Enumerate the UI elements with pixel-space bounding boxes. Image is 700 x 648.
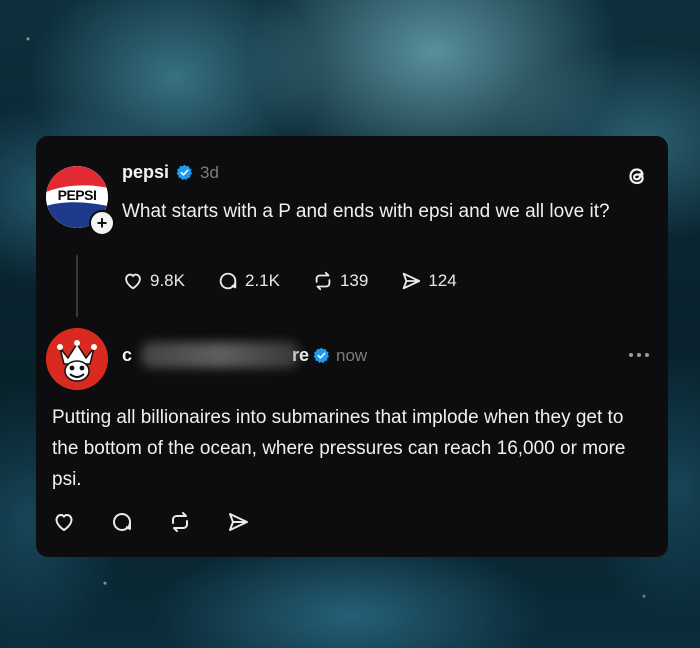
post-text: What starts with a P and ends with epsi … bbox=[122, 201, 610, 222]
verified-badge-icon bbox=[176, 164, 193, 181]
username-redaction-blur bbox=[141, 342, 299, 368]
reply-button[interactable]: 2.1K bbox=[217, 270, 280, 292]
threads-logo-icon[interactable] bbox=[624, 163, 650, 189]
jester-avatar-icon bbox=[46, 328, 108, 390]
reply-time: now bbox=[336, 345, 368, 365]
verified-badge-icon bbox=[313, 347, 330, 364]
post-time: 3d bbox=[200, 162, 219, 182]
follow-button[interactable]: + bbox=[89, 210, 115, 236]
more-icon bbox=[629, 353, 649, 357]
repost-icon bbox=[315, 271, 331, 291]
thread-line bbox=[76, 255, 78, 317]
send-icon bbox=[403, 272, 421, 290]
send-icon[interactable] bbox=[226, 510, 250, 534]
share-count: 124 bbox=[428, 271, 457, 290]
repost-button[interactable]: 139 bbox=[312, 270, 368, 292]
like-button[interactable]: 9.8K bbox=[122, 270, 185, 292]
comment-icon[interactable] bbox=[110, 510, 134, 534]
reply-text: Putting all billionaires into submarines… bbox=[52, 407, 626, 490]
plus-icon: + bbox=[96, 213, 108, 233]
pepsi-avatar-text: PEPSI bbox=[57, 187, 97, 203]
more-options-button[interactable] bbox=[626, 348, 652, 362]
reply-avatar[interactable] bbox=[46, 328, 108, 390]
repost-icon[interactable] bbox=[168, 510, 192, 534]
post-username[interactable]: pepsi bbox=[122, 162, 169, 183]
repost-count: 139 bbox=[339, 271, 369, 290]
heart-icon bbox=[125, 273, 141, 290]
reply-count: 2.1K bbox=[244, 271, 280, 290]
like-count: 9.8K bbox=[150, 271, 185, 290]
comment-icon bbox=[219, 272, 237, 290]
heart-icon[interactable] bbox=[52, 510, 76, 534]
share-button[interactable]: 124 bbox=[400, 270, 457, 292]
